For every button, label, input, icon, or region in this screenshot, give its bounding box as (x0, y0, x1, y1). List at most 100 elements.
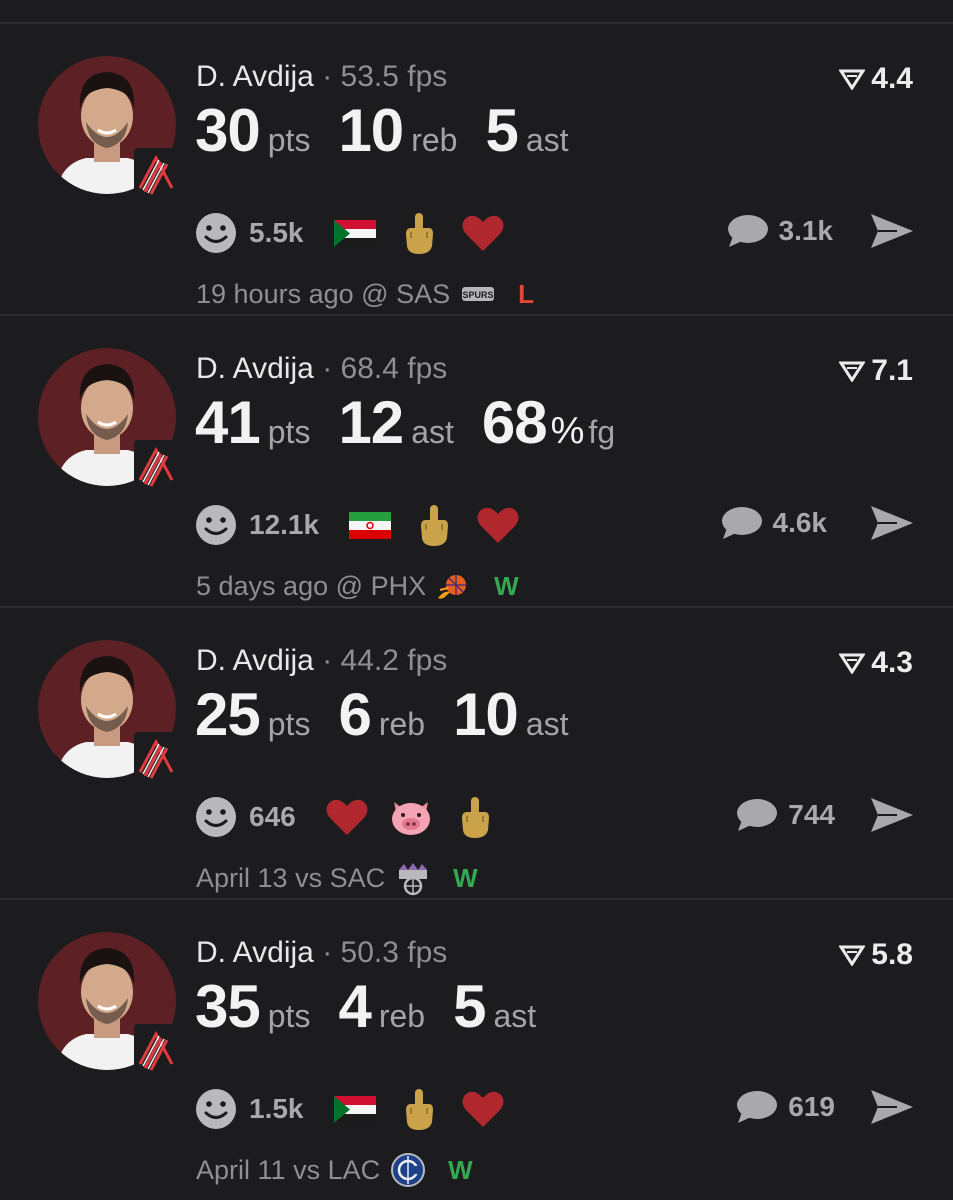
stat-item: 30 pts (195, 96, 310, 165)
comments[interactable]: 744 (734, 796, 835, 834)
player-name[interactable]: D. Avdija (196, 936, 314, 969)
comments[interactable]: 619 (734, 1088, 835, 1126)
comment-bubble-icon[interactable] (734, 1088, 778, 1126)
fps-value: 53.5 fps (340, 60, 448, 93)
game-info[interactable]: April 13 vs SAC W (196, 860, 478, 896)
comment-bubble-icon[interactable] (725, 212, 769, 250)
middle-finger-icon[interactable] (411, 502, 457, 548)
player-avatar[interactable] (38, 932, 178, 1074)
comment-count: 4.6k (772, 507, 828, 538)
player-name[interactable]: D. Avdija (196, 644, 314, 677)
post-header: D. Avdija · 68.4 fps (196, 352, 447, 386)
reaction-count: 646 (249, 801, 296, 832)
flag-iran-icon[interactable] (347, 502, 393, 548)
reaction-count: 5.5k (249, 217, 304, 248)
opponent: LAC (327, 1154, 381, 1185)
game-info[interactable]: 5 days ago @ PHX W (196, 568, 519, 604)
comment-count: 744 (788, 799, 835, 830)
stat-unit: reb (378, 706, 426, 742)
player-avatar[interactable] (38, 348, 178, 490)
post-header: D. Avdija · 50.3 fps (196, 936, 447, 970)
separator-dot: · (322, 60, 333, 93)
score-chevron-icon (839, 361, 866, 382)
separator-dot: · (322, 352, 333, 385)
smiley-icon[interactable] (195, 1088, 237, 1130)
stat-value: 30 (195, 97, 261, 164)
stat-unit: fg (588, 414, 616, 450)
fps-value: 68.4 fps (340, 352, 448, 385)
score-chevron-icon (839, 945, 866, 966)
stat-item: 68% fg (482, 388, 615, 457)
middle-finger-icon[interactable] (396, 1086, 442, 1132)
score-chevron-icon (839, 69, 866, 90)
stat-item: 5 ast (485, 96, 568, 165)
player-name[interactable]: D. Avdija (196, 352, 314, 385)
fps-value: 50.3 fps (340, 936, 448, 969)
stat-item: 25 pts (195, 680, 310, 749)
player-avatar[interactable] (38, 640, 178, 782)
opponent: SAC (329, 862, 386, 893)
stat-unit: ast (493, 998, 537, 1034)
stat-unit: pts (267, 998, 311, 1034)
comments[interactable]: 4.6k (719, 504, 828, 542)
opponent: PHX (370, 570, 427, 601)
stat-item: 5 ast (453, 972, 536, 1041)
game-info[interactable]: 19 hours ago @ SAS SPURS L (196, 276, 534, 312)
separator-dot: · (322, 644, 333, 677)
middle-finger-icon[interactable] (452, 794, 498, 840)
stat-unit: pts (267, 706, 311, 742)
stat-value: 35 (195, 973, 261, 1040)
venue: @ (361, 278, 389, 309)
flag-sudan-icon[interactable] (332, 210, 378, 256)
share-icon[interactable] (869, 794, 915, 836)
smiley-icon[interactable] (195, 796, 237, 838)
share-icon[interactable] (869, 210, 915, 252)
post-card[interactable]: D. Avdija · 50.3 fps 5.8 35 pts 4 reb 5 ast… (0, 900, 953, 1190)
score-badge: 4.3 (839, 646, 913, 680)
game-info[interactable]: April 11 vs LAC W (196, 1152, 473, 1188)
stat-item: 41 pts (195, 388, 310, 457)
stat-unit: pts (267, 122, 311, 158)
smiley-icon[interactable] (195, 504, 237, 546)
clippers-logo-icon (391, 1153, 426, 1187)
stat-value: 10 (453, 681, 519, 748)
stat-value: 4 (338, 973, 371, 1040)
player-name[interactable]: D. Avdija (196, 60, 314, 93)
flag-sudan-icon[interactable] (332, 1086, 378, 1132)
stat-value: 5 (453, 973, 486, 1040)
share-icon[interactable] (869, 1086, 915, 1128)
middle-finger-icon[interactable] (396, 210, 442, 256)
score-value: 5.8 (871, 938, 913, 971)
stat-unit: ast (525, 122, 569, 158)
blazers-logo-icon (134, 148, 178, 198)
post-header: D. Avdija · 44.2 fps (196, 644, 447, 678)
heart-icon[interactable] (475, 502, 521, 548)
post-card[interactable]: D. Avdija · 44.2 fps 4.3 25 pts 6 reb 10 as… (0, 608, 953, 898)
smiley-icon[interactable] (195, 212, 237, 254)
post-card[interactable]: D. Avdija · 53.5 fps 4.4 30 pts 10 reb 5 as… (0, 24, 953, 314)
game-result: L (518, 278, 534, 309)
heart-icon[interactable] (460, 1086, 506, 1132)
venue: vs (293, 1154, 321, 1185)
player-avatar[interactable] (38, 56, 178, 198)
score-chevron-icon (839, 653, 866, 674)
share-icon[interactable] (869, 502, 915, 544)
heart-icon[interactable] (324, 794, 370, 840)
fps-value: 44.2 fps (340, 644, 448, 677)
comment-bubble-icon[interactable] (719, 504, 763, 542)
heart-icon[interactable] (460, 210, 506, 256)
stat-unit: reb (378, 998, 426, 1034)
timestamp: April 11 (196, 1154, 286, 1185)
comments[interactable]: 3.1k (725, 212, 833, 250)
timestamp: April 13 (196, 862, 288, 893)
reaction-row: 12.1k (195, 502, 539, 548)
comment-bubble-icon[interactable] (734, 796, 778, 834)
timestamp: 5 days ago (196, 570, 329, 601)
post-card[interactable]: D. Avdija · 68.4 fps 7.1 41 pts 12 ast 68%… (0, 316, 953, 606)
stat-item: 10 reb (338, 96, 457, 165)
stat-unit: ast (525, 706, 569, 742)
stat-unit: ast (411, 414, 454, 450)
game-result: W (448, 1154, 473, 1185)
pig-face-icon[interactable] (388, 794, 434, 840)
stat-line: 35 pts 4 reb 5 ast (195, 972, 564, 1041)
